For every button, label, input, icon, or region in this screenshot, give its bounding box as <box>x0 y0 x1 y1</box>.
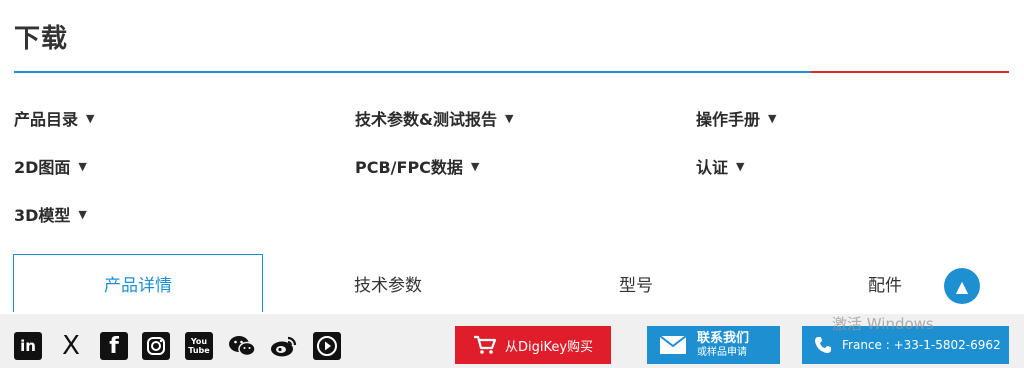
envelope-icon <box>659 335 687 354</box>
product-tabs: 产品详情 技术参数 型号 配件 <box>13 254 1009 312</box>
caret-down-icon: ▼ <box>768 111 777 125</box>
caret-down-icon: ▼ <box>504 111 514 125</box>
wechat-icon[interactable] <box>228 332 256 360</box>
shopping-cart-icon <box>473 335 497 354</box>
caret-down-icon: ▼ <box>470 159 480 173</box>
phone-button[interactable]: France : +33-1-5802-6962 <box>802 326 1009 364</box>
instagram-icon[interactable] <box>142 332 170 360</box>
download-label: PCB/FPC数据 <box>355 158 463 177</box>
x-twitter-icon[interactable]: X <box>57 331 85 361</box>
linkedin-icon[interactable]: in <box>14 332 42 360</box>
buy-button-label: 从DigiKey购买 <box>504 339 594 355</box>
download-label: 认证 <box>696 158 729 177</box>
download-label: 2D图面 <box>14 158 71 177</box>
download-operation-manual[interactable]: 操作手册 ▼ <box>696 106 776 130</box>
facebook-icon[interactable]: f <box>100 332 128 360</box>
download-label: 产品目录 <box>14 110 79 129</box>
scroll-to-top-button[interactable]: ▲ <box>944 268 980 304</box>
tab-product-details[interactable]: 产品详情 <box>13 254 263 312</box>
download-certification[interactable]: 认证 ▼ <box>696 154 744 178</box>
caret-down-icon: ▼ <box>736 159 745 173</box>
youtube-icon[interactable]: You Tube <box>185 332 213 360</box>
caret-down-icon: ▼ <box>78 207 87 221</box>
download-label: 3D模型 <box>14 206 71 225</box>
section-divider <box>14 71 1009 73</box>
download-2d-drawings[interactable]: 2D图面 ▼ <box>14 154 87 178</box>
weibo-icon[interactable] <box>270 332 298 360</box>
tab-tech-params[interactable]: 技术参数 <box>263 254 513 312</box>
section-title-downloads: 下载 <box>14 24 69 54</box>
tab-models[interactable]: 型号 <box>511 254 761 312</box>
download-product-catalog[interactable]: 产品目录 ▼ <box>14 106 94 130</box>
video-play-icon[interactable] <box>313 332 341 360</box>
caret-down-icon: ▼ <box>78 159 87 173</box>
download-label: 技术参数&测试报告 <box>355 110 497 129</box>
download-3d-models[interactable]: 3D模型 ▼ <box>14 202 87 226</box>
contact-us-button[interactable]: 联系我们 或样品申请 <box>647 326 780 364</box>
phone-label: France : +33-1-5802-6962 <box>842 338 1001 352</box>
contact-button-label: 联系我们 <box>697 330 750 346</box>
arrow-up-icon: ▲ <box>955 276 969 296</box>
download-label: 操作手册 <box>696 110 761 129</box>
download-tech-params-test-reports[interactable]: 技术参数&测试报告 ▼ <box>355 106 513 130</box>
buy-from-digikey-button[interactable]: 从DigiKey购买 <box>455 326 611 364</box>
contact-button-sublabel: 或样品申请 <box>697 346 747 358</box>
caret-down-icon: ▼ <box>86 111 95 125</box>
download-pcb-fpc-data[interactable]: PCB/FPC数据 ▼ <box>355 154 479 178</box>
phone-icon <box>815 337 831 353</box>
